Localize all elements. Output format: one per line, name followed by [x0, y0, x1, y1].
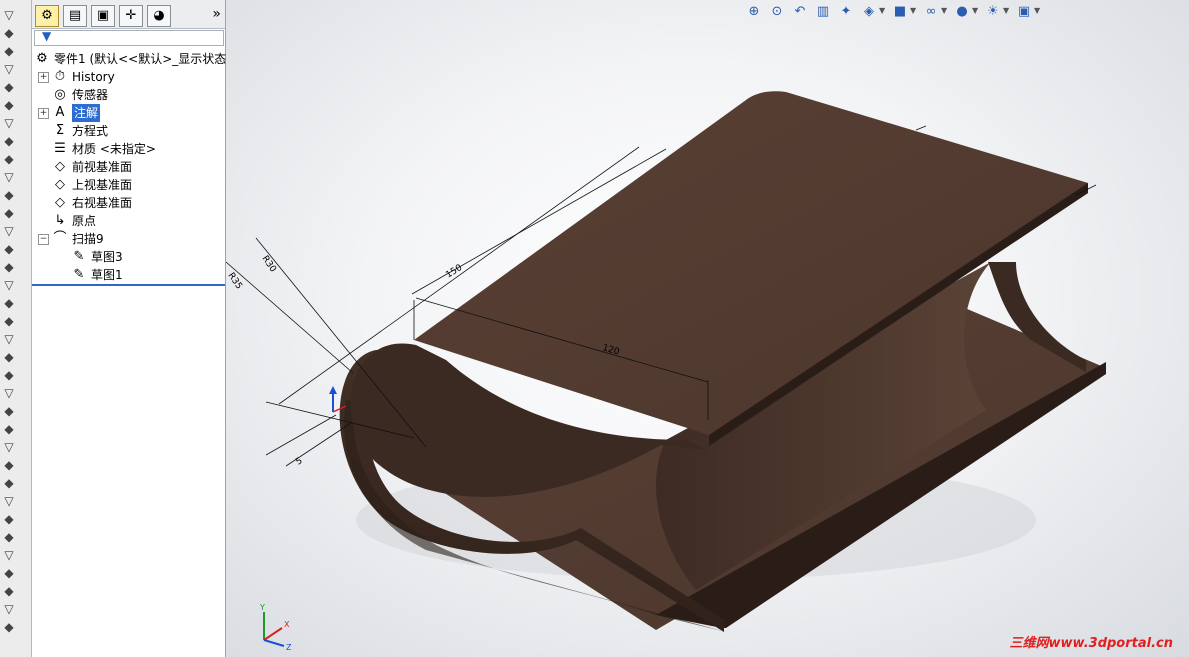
svg-text:Z: Z — [286, 643, 292, 652]
toolbar-command-icon[interactable]: ▽ — [2, 62, 16, 76]
feature-manager-tabs: ⚙ ▤ ▣ ✛ ◕ » — [32, 0, 225, 29]
tree-item-label: 扫描9 — [72, 232, 104, 246]
plane-icon: ◇ — [55, 177, 65, 192]
watermark: 三维网www.3dportal.cn — [1009, 636, 1173, 651]
feature-filter[interactable]: ▼ — [34, 29, 224, 46]
sensor-icon: ◎ — [54, 87, 66, 102]
tree-item[interactable]: ◇ 上视基准面 — [32, 176, 225, 194]
toolbar-command-icon[interactable]: ◆ — [2, 134, 16, 148]
toolbar-command-icon[interactable]: ▽ — [2, 170, 16, 184]
tree-item[interactable]: ☰ 材质 <未指定> — [32, 140, 225, 158]
dim-label-r30[interactable]: R30 — [260, 254, 278, 274]
annotation-icon: A — [55, 105, 65, 120]
toolbar-command-icon[interactable]: ◆ — [2, 404, 16, 418]
filter-icon: ▼ — [42, 29, 52, 43]
plane-icon: ◇ — [55, 159, 65, 174]
toolbar-command-icon[interactable]: ▽ — [2, 440, 16, 454]
toolbar-command-icon[interactable]: ◆ — [2, 44, 16, 58]
tree-item-label: 材质 <未指定> — [72, 142, 156, 156]
toolbar-command-icon[interactable]: ▽ — [2, 386, 16, 400]
tree-expander[interactable]: − — [38, 234, 49, 245]
toolbar-command-icon[interactable]: ▽ — [2, 494, 16, 508]
sketch-icon: ✎ — [73, 267, 85, 282]
tree-item[interactable]: + ⏱ History — [32, 68, 225, 86]
toolbar-command-icon[interactable]: ▽ — [2, 224, 16, 238]
toolbar-command-icon[interactable]: ▽ — [2, 602, 16, 616]
tree-item[interactable]: ↳ 原点 — [32, 212, 225, 230]
equation-icon: Σ — [55, 123, 65, 138]
model-view: R30 R35 150 120 5 Y X Z — [226, 91, 1106, 652]
rollback-bar[interactable] — [32, 284, 225, 286]
tree-item[interactable]: ◇ 前视基准面 — [32, 158, 225, 176]
tree-item-label: 上视基准面 — [72, 178, 133, 192]
tree-expander[interactable]: + — [38, 72, 49, 83]
tree-item[interactable]: ◇ 右视基准面 — [32, 194, 225, 212]
toolbar-command-icon[interactable]: ◆ — [2, 566, 16, 580]
toolbar-command-icon[interactable]: ◆ — [2, 80, 16, 94]
sweep-icon: ⌒ — [53, 231, 67, 246]
tree-item[interactable]: − ⌒ 扫描9 — [32, 230, 225, 248]
toolbar-command-icon[interactable]: ◆ — [2, 188, 16, 202]
plane-icon: ◇ — [55, 195, 65, 210]
toolbar-command-icon[interactable]: ▽ — [2, 548, 16, 562]
tree-item-label: History — [72, 70, 115, 84]
toolbar-command-icon[interactable]: ◆ — [2, 512, 16, 526]
toolbar-command-icon[interactable]: ▽ — [2, 332, 16, 346]
dim-label-r35[interactable]: R35 — [226, 271, 244, 291]
tree-item-label: 原点 — [72, 214, 97, 228]
toolbar-command-icon[interactable]: ▽ — [2, 8, 16, 22]
tree-item-label: 方程式 — [72, 124, 109, 138]
toolbar-command-icon[interactable]: ◆ — [2, 26, 16, 40]
reference-triad: Y X Z — [259, 603, 292, 652]
graphics-area[interactable]: ⊕ ⊙ ↶ ▥ ✦ ◈ ▼ ■ ▼ ∞ ▼ ● ▼ ☀ ▼ ▣ ▼ R30 R3… — [226, 0, 1189, 657]
tree-expander[interactable]: + — [38, 108, 49, 119]
tree-item-label: 传感器 — [72, 88, 109, 102]
part-icon: ⚙ — [36, 51, 48, 66]
tree-item[interactable]: ⚙ 零件1 (默认<<默认>_显示状态 — [32, 50, 227, 68]
toolbar-command-icon[interactable]: ◆ — [2, 98, 16, 112]
svg-text:Y: Y — [259, 603, 265, 612]
toolbar-command-icon[interactable]: ◆ — [2, 620, 16, 634]
tree-item-label: 注解 — [72, 104, 101, 122]
toolbar-command-icon[interactable]: ◆ — [2, 206, 16, 220]
toolbar-command-icon[interactable]: ◆ — [2, 242, 16, 256]
tree-item[interactable]: ◎ 传感器 — [32, 86, 225, 104]
tree-item-label: 前视基准面 — [72, 160, 133, 174]
toolbar-command-icon[interactable]: ◆ — [2, 476, 16, 490]
material-icon: ☰ — [54, 141, 66, 156]
tree-item-label: 右视基准面 — [72, 196, 133, 210]
propertymanager-tab[interactable]: ▤ — [63, 5, 87, 27]
toolbar-command-icon[interactable]: ◆ — [2, 152, 16, 166]
display-manager-tab[interactable]: ◕ — [147, 5, 171, 27]
toolbar-command-icon[interactable]: ◆ — [2, 422, 16, 436]
toolbar-command-icon[interactable]: ▽ — [2, 116, 16, 130]
toolbar-command-icon[interactable]: ▽ — [2, 278, 16, 292]
tree-item[interactable]: Σ 方程式 — [32, 122, 225, 140]
tree-item-label: 草图3 — [91, 250, 123, 264]
tree-item[interactable]: + A 注解 — [32, 104, 225, 122]
toolbar-command-icon[interactable]: ◆ — [2, 314, 16, 328]
featuremanager-tab[interactable]: ⚙ — [35, 5, 59, 27]
configurationmanager-tab[interactable]: ▣ — [91, 5, 115, 27]
sketch-icon: ✎ — [73, 249, 85, 264]
tree-item-label: 零件1 (默认<<默认>_显示状态 — [54, 52, 227, 66]
feature-manager-panel: ⚙ ▤ ▣ ✛ ◕ » ▼ ⚙ 零件1 (默认<<默认>_显示状态 + ⏱ Histor… — [32, 0, 226, 657]
tree-item[interactable]: ✎ 草图3 — [32, 248, 225, 266]
more-tabs-button[interactable]: » — [212, 6, 221, 22]
toolbar-command-icon[interactable]: ◆ — [2, 350, 16, 364]
command-strip: ▽ ◆ ◆ ▽ ◆ ◆ ▽ ◆ ◆ ▽ ◆ ◆ ▽ ◆ ◆ ▽ ◆ ◆ ▽ ◆ ◆ ▽ ◆ ◆ ▽ ◆ ◆ ▽ ◆ ◆ ▽ ◆ ◆ ▽ ◆ — [0, 0, 32, 657]
toolbar-command-icon[interactable]: ◆ — [2, 296, 16, 310]
tree-item[interactable]: ✎ 草图1 — [32, 266, 225, 284]
history-icon: ⏱ — [54, 69, 66, 84]
dim-label-thickness[interactable]: 5 — [294, 456, 304, 468]
origin-icon: ↳ — [54, 213, 66, 228]
toolbar-command-icon[interactable]: ◆ — [2, 584, 16, 598]
toolbar-command-icon[interactable]: ◆ — [2, 260, 16, 274]
tree-item-label: 草图1 — [91, 268, 123, 282]
toolbar-command-icon[interactable]: ◆ — [2, 458, 16, 472]
toolbar-command-icon[interactable]: ◆ — [2, 530, 16, 544]
svg-text:X: X — [284, 620, 290, 629]
dimxpert-tab[interactable]: ✛ — [119, 5, 143, 27]
toolbar-command-icon[interactable]: ◆ — [2, 368, 16, 382]
